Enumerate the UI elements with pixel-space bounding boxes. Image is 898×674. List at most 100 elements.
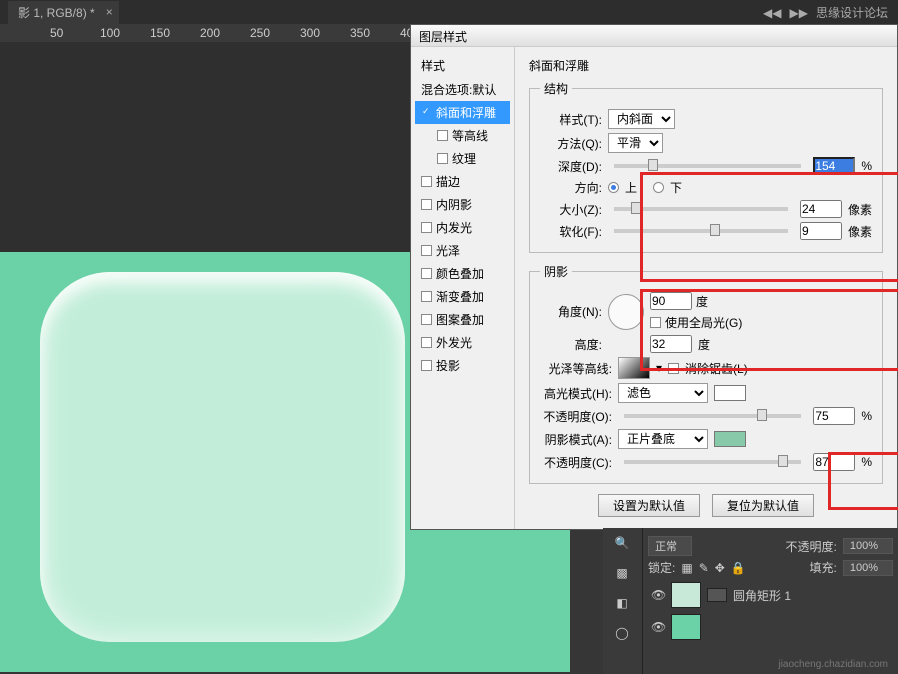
checkbox-icon[interactable]: [421, 245, 432, 256]
ruler-tick: 100: [100, 26, 120, 40]
lock-label: 锁定:: [648, 559, 675, 576]
lock-all-icon[interactable]: 🔒: [731, 561, 746, 575]
section-title: 斜面和浮雕: [529, 57, 883, 74]
visibility-eye-icon[interactable]: 👁: [651, 620, 665, 634]
ruler-tick: 300: [300, 26, 320, 40]
depth-input[interactable]: [813, 157, 855, 175]
opacity1-slider[interactable]: [624, 414, 801, 418]
angle-dial[interactable]: [608, 294, 644, 330]
altitude-input[interactable]: [650, 335, 692, 353]
method-select[interactable]: 平滑: [608, 133, 663, 153]
set-default-button[interactable]: 设置为默认值: [598, 494, 700, 517]
dialog-title: 图层样式: [419, 30, 467, 44]
layer-thumbnail[interactable]: [671, 614, 701, 640]
settings-panel: 斜面和浮雕 结构 样式(T): 内斜面 方法(Q): 平滑 深度(D): %: [515, 47, 897, 529]
lock-position-icon[interactable]: ✥: [715, 561, 725, 575]
style-select[interactable]: 内斜面: [608, 109, 675, 129]
nav-next-icon[interactable]: ▶▶: [790, 6, 808, 20]
size-input[interactable]: [800, 200, 842, 218]
checkbox-icon[interactable]: [421, 337, 432, 348]
layer-mask-icon[interactable]: [707, 588, 727, 602]
blend-options-item[interactable]: 混合选项:默认: [415, 78, 510, 101]
depth-slider[interactable]: [614, 164, 801, 168]
reset-default-button[interactable]: 复位为默认值: [712, 494, 814, 517]
checkbox-icon[interactable]: [421, 314, 432, 325]
opacity2-input[interactable]: [813, 453, 855, 471]
close-icon[interactable]: ×: [106, 5, 113, 19]
checkbox-icon[interactable]: [421, 222, 432, 233]
layer-name[interactable]: 圆角矩形 1: [733, 587, 791, 604]
checkbox-icon[interactable]: [421, 176, 432, 187]
soften-unit: 像素: [848, 223, 872, 240]
depth-label: 深度(D):: [540, 158, 602, 175]
lock-transparency-icon[interactable]: ▦: [681, 561, 692, 575]
texture-item[interactable]: 纹理: [415, 147, 510, 170]
zoom-icon[interactable]: 🔍: [603, 528, 641, 558]
antialias-label: 消除锯齿(L): [685, 360, 748, 377]
antialias-checkbox[interactable]: [668, 363, 679, 374]
inner-glow-item[interactable]: 内发光: [415, 216, 510, 239]
direction-down-radio[interactable]: [653, 182, 664, 193]
size-unit: 像素: [848, 201, 872, 218]
layer-thumbnail[interactable]: [671, 582, 701, 608]
direction-up-radio[interactable]: [608, 182, 619, 193]
satin-item[interactable]: 光泽: [415, 239, 510, 262]
document-tab-bar: 影 1, RGB/8) * × ◀◀ ▶▶ 思缘设计论坛: [0, 0, 898, 24]
document-tab[interactable]: 影 1, RGB/8) * ×: [8, 1, 119, 24]
soften-input[interactable]: [800, 222, 842, 240]
structure-group: 结构 样式(T): 内斜面 方法(Q): 平滑 深度(D): % 方向:: [529, 80, 883, 253]
shadow-color-swatch[interactable]: [714, 431, 746, 447]
opacity1-input[interactable]: [813, 407, 855, 425]
bevel-emboss-item[interactable]: 斜面和浮雕: [415, 101, 510, 124]
structure-legend: 结构: [540, 80, 572, 97]
opacity1-label: 不透明度(O):: [540, 408, 612, 425]
nav-prev-icon[interactable]: ◀◀: [763, 6, 781, 20]
pattern-overlay-item[interactable]: 图案叠加: [415, 308, 510, 331]
checkbox-icon[interactable]: [421, 360, 432, 371]
shadow-mode-select[interactable]: 正片叠底: [618, 429, 708, 449]
opacity2-label: 不透明度(C):: [540, 454, 612, 471]
checkbox-icon[interactable]: [421, 199, 432, 210]
layer-row[interactable]: 👁: [648, 611, 893, 643]
color-overlay-item[interactable]: 颜色叠加: [415, 262, 510, 285]
document-title: 影 1, RGB/8) *: [18, 4, 95, 21]
checkbox-icon[interactable]: [437, 153, 448, 164]
stroke-item[interactable]: 描边: [415, 170, 510, 193]
angle-unit: 度: [696, 293, 708, 310]
fill-value[interactable]: 100%: [843, 560, 893, 576]
depth-unit: %: [861, 159, 872, 173]
opacity2-slider[interactable]: [624, 460, 801, 464]
gloss-contour-picker[interactable]: [618, 357, 650, 379]
blend-mode-select[interactable]: 正常: [648, 536, 692, 556]
lock-paint-icon[interactable]: ✎: [699, 561, 709, 575]
soften-slider[interactable]: [614, 229, 788, 233]
highlight-color-swatch[interactable]: [714, 385, 746, 401]
visibility-eye-icon[interactable]: 👁: [651, 588, 665, 602]
checkbox-icon[interactable]: [421, 268, 432, 279]
mask-icon[interactable]: ◯: [603, 618, 641, 648]
color-swap-icon[interactable]: ◧: [603, 588, 641, 618]
shading-group: 阴影 角度(N): 度 使用全局光(G): [529, 263, 883, 484]
altitude-label: 高度:: [540, 336, 602, 353]
swatches-icon[interactable]: ▩: [603, 558, 641, 588]
drop-shadow-item[interactable]: 投影: [415, 354, 510, 377]
layer-style-dialog: 图层样式 样式 混合选项:默认 斜面和浮雕 等高线 纹理 描边 内阴影 内发光 …: [410, 24, 898, 530]
opacity1-unit: %: [861, 409, 872, 423]
style-list: 样式 混合选项:默认 斜面和浮雕 等高线 纹理 描边 内阴影 内发光 光泽 颜色…: [411, 47, 515, 529]
angle-input[interactable]: [650, 292, 692, 310]
layer-row[interactable]: 👁 圆角矩形 1: [648, 579, 893, 611]
chevron-down-icon[interactable]: ▾: [656, 361, 662, 375]
rounded-rectangle-shape[interactable]: [40, 272, 405, 642]
checkbox-icon[interactable]: [437, 130, 448, 141]
dialog-title-bar[interactable]: 图层样式: [411, 25, 897, 47]
checkbox-icon[interactable]: [421, 107, 432, 118]
size-slider[interactable]: [614, 207, 788, 211]
global-light-checkbox[interactable]: [650, 317, 661, 328]
inner-shadow-item[interactable]: 内阴影: [415, 193, 510, 216]
checkbox-icon[interactable]: [421, 291, 432, 302]
opacity-value[interactable]: 100%: [843, 538, 893, 554]
highlight-mode-select[interactable]: 滤色: [618, 383, 708, 403]
contour-item[interactable]: 等高线: [415, 124, 510, 147]
outer-glow-item[interactable]: 外发光: [415, 331, 510, 354]
gradient-overlay-item[interactable]: 渐变叠加: [415, 285, 510, 308]
